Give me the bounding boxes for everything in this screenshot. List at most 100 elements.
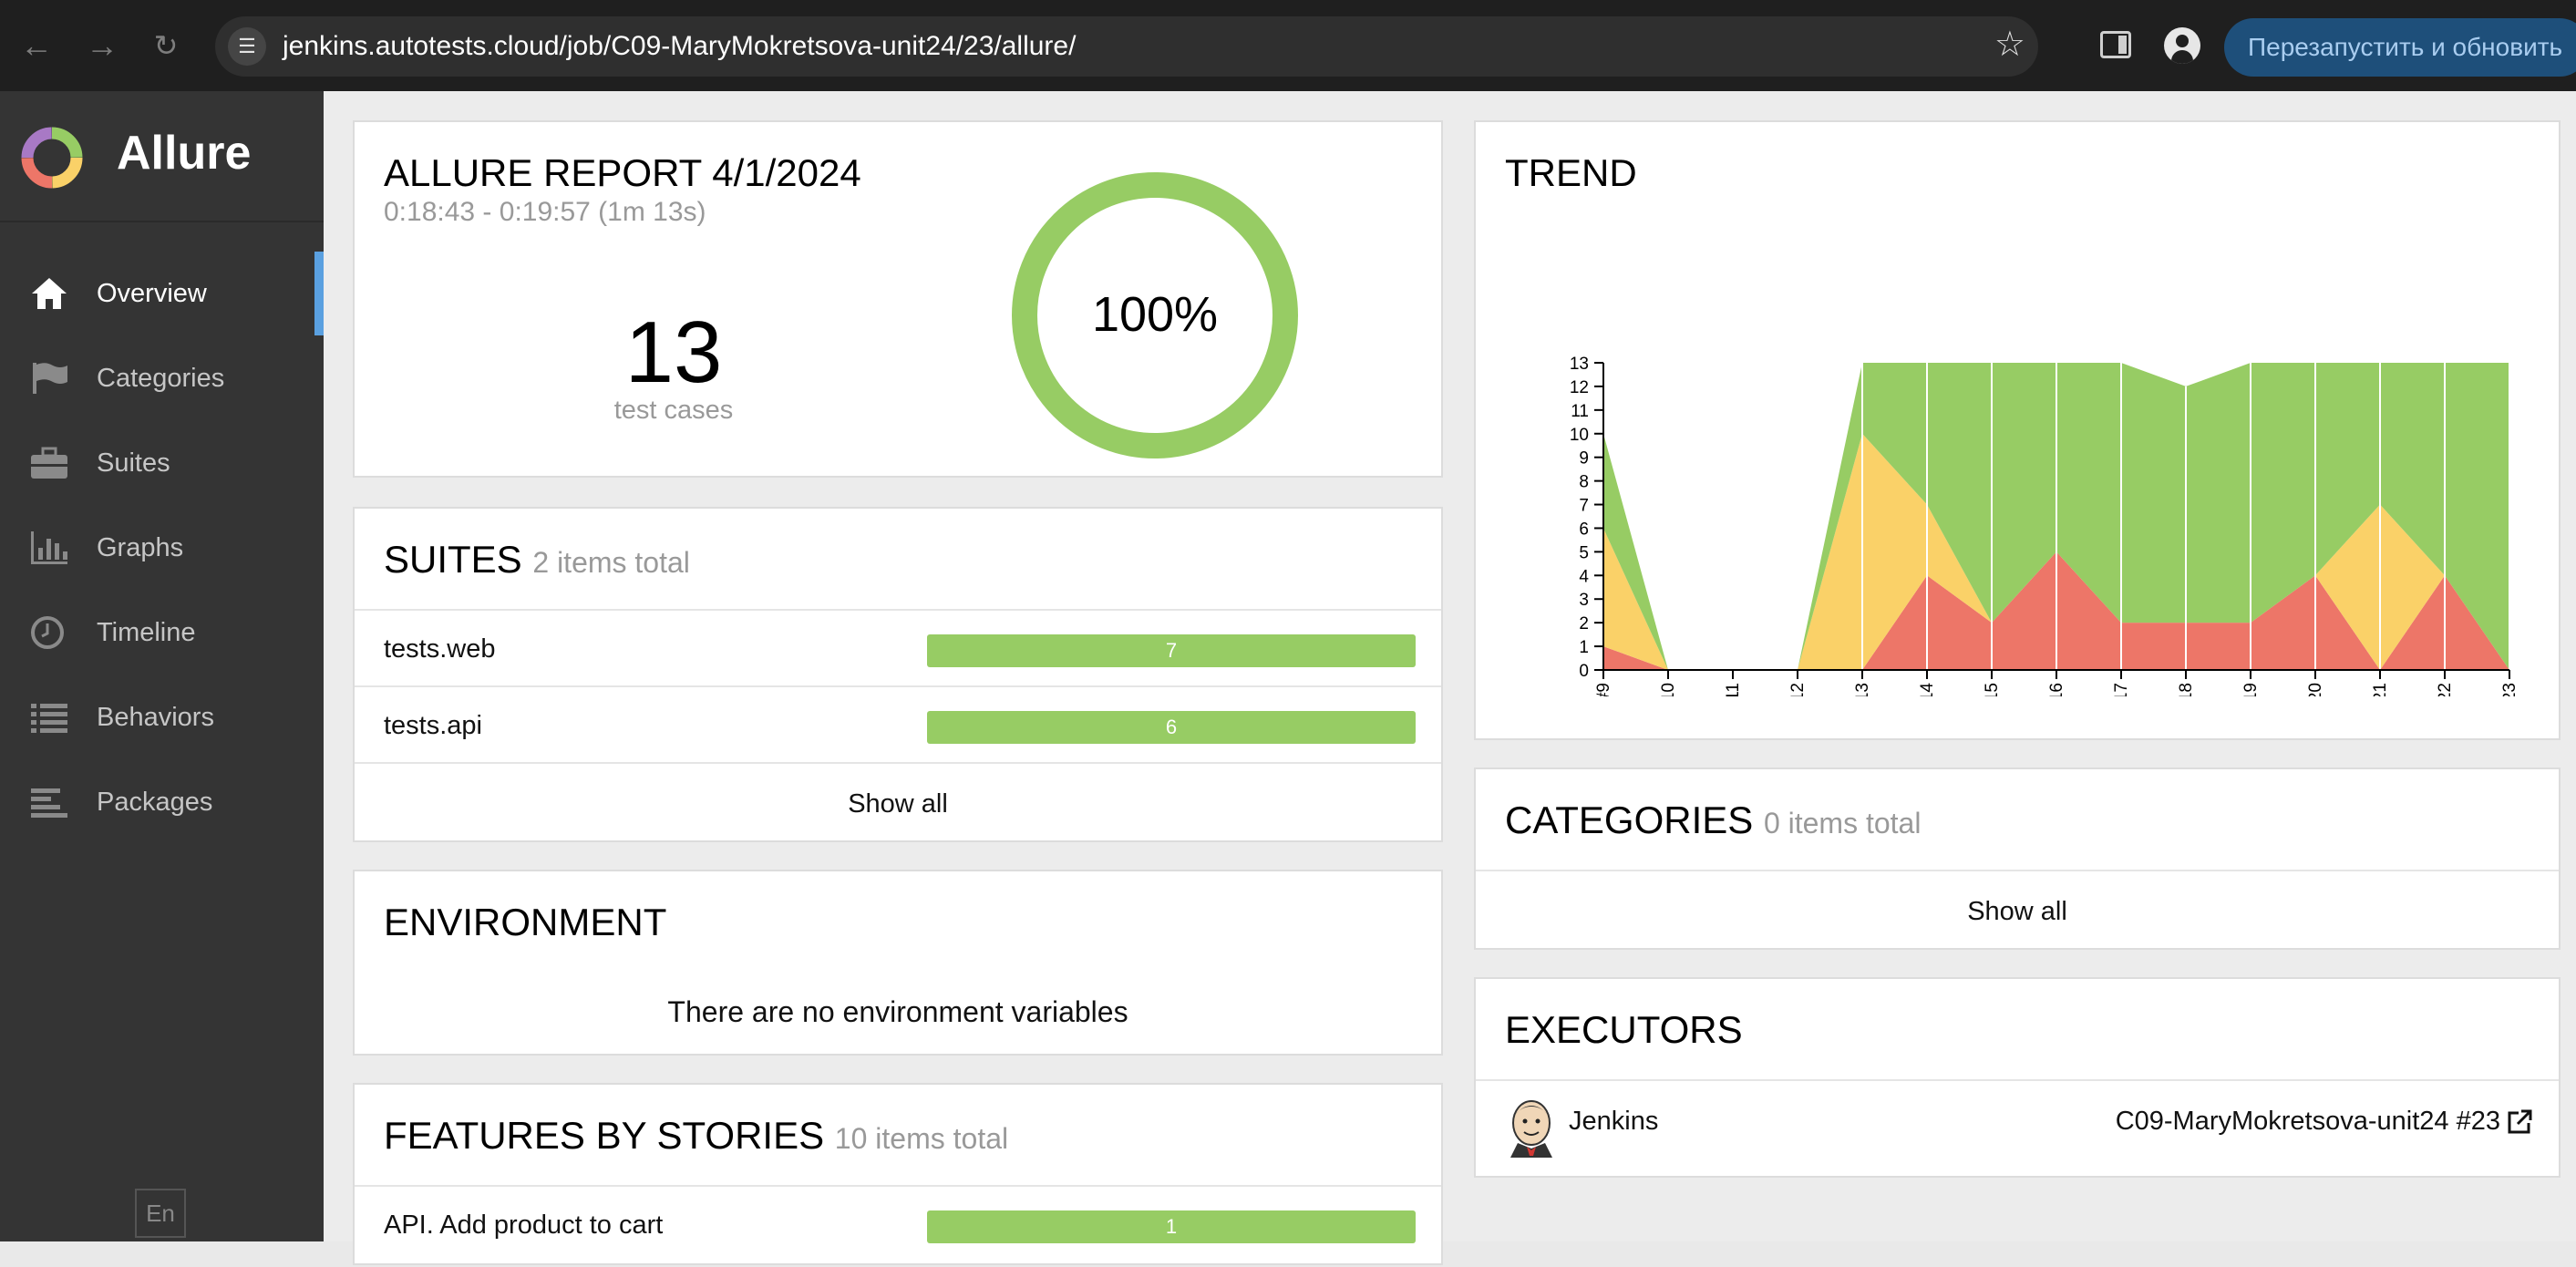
bar-chart-icon [31, 531, 67, 564]
x-tick-label: #16 [2047, 683, 2066, 696]
x-tick-label: #22 [2436, 683, 2455, 696]
sidebar-item-packages[interactable]: Packages [0, 760, 324, 844]
flag-icon [33, 363, 67, 394]
categories-title: CATEGORIES 0 items total [1505, 798, 1922, 841]
y-tick-label: 11 [1571, 402, 1589, 421]
y-tick-label: 4 [1579, 567, 1589, 586]
report-title: ALLURE REPORT 4/1/2024 [384, 151, 861, 194]
jenkins-avatar-icon [1510, 1100, 1552, 1158]
y-tick-label: 6 [1579, 520, 1589, 539]
executor-build-link[interactable]: C09-MaryMokretsova-unit24 #23 [2116, 1107, 2500, 1137]
sidebar-item-label: Graphs [97, 533, 184, 562]
trend-widget: TREND 012345678910111213#9#10#11#12#13#1… [1474, 120, 2561, 740]
x-tick-label: #12 [1788, 683, 1808, 696]
main-content: ALLURE REPORT 4/1/2024 0:18:43 - 0:19:57… [324, 91, 2576, 1265]
sidebar-item-label: Packages [97, 788, 213, 817]
x-tick-label: #17 [2112, 683, 2131, 696]
y-tick-label: 7 [1579, 497, 1589, 516]
sidebar-item-categories[interactable]: Categories [0, 336, 324, 420]
suite-bar: 7 [927, 634, 1416, 667]
relaunch-button[interactable]: Перезапустить и обновить [2224, 18, 2576, 77]
environment-title: ENVIRONMENT [384, 901, 667, 943]
sidebar-item-timeline[interactable]: Timeline [0, 591, 324, 675]
language-button[interactable]: En [135, 1189, 186, 1238]
y-tick-label: 9 [1579, 449, 1589, 469]
list-icon [31, 704, 67, 733]
features-title: FEATURES BY STORIES 10 items total [384, 1114, 1009, 1157]
brand-name: Allure [117, 127, 252, 180]
brand[interactable]: Allure [0, 91, 324, 222]
environment-widget: ENVIRONMENT There are no environment var… [353, 870, 1443, 1056]
briefcase-icon [31, 447, 67, 479]
trend-title: TREND [1505, 151, 1637, 194]
suite-row[interactable]: tests.api 6 [355, 685, 1441, 762]
test-count: 13 [624, 304, 723, 401]
summary-widget: ALLURE REPORT 4/1/2024 0:18:43 - 0:19:57… [353, 120, 1443, 478]
feature-bar: 1 [927, 1210, 1416, 1243]
suites-show-all-link[interactable]: Show all [355, 789, 1441, 819]
address-bar[interactable]: ☰ jenkins.autotests.cloud/job/C09-MaryMo… [215, 16, 2038, 77]
clock-icon [31, 616, 64, 649]
pass-rate-donut: 100% [1012, 172, 1298, 458]
x-tick-label: #23 [2500, 683, 2519, 696]
profile-icon[interactable] [2164, 27, 2200, 64]
categories-footer: Show all [1476, 870, 2559, 950]
bookmark-star-icon[interactable]: ☆ [1994, 24, 2025, 65]
browser-toolbar: ← → ↻ ☰ jenkins.autotests.cloud/job/C09-… [0, 0, 2576, 91]
y-tick-label: 13 [1570, 355, 1589, 374]
suites-widget: SUITES 2 items total tests.web 7 tests.a… [353, 507, 1443, 842]
sidebar-item-label: Suites [97, 448, 170, 478]
categories-show-all-link[interactable]: Show all [1476, 897, 2559, 927]
site-info-icon[interactable]: ☰ [228, 27, 266, 66]
sidebar-item-overview[interactable]: Overview [0, 252, 324, 335]
x-tick-label: #21 [2371, 683, 2390, 696]
feature-name: API. Add product to cart [384, 1210, 664, 1240]
features-total: 10 items total [834, 1122, 1009, 1155]
y-tick-label: 10 [1570, 426, 1589, 445]
suites-footer: Show all [355, 762, 1441, 842]
side-panel-icon[interactable] [2100, 31, 2131, 58]
report-time: 0:18:43 - 0:19:57 (1m 13s) [384, 197, 706, 227]
url-text[interactable]: jenkins.autotests.cloud/job/C09-MaryMokr… [283, 31, 1076, 62]
x-tick-label: #18 [2177, 683, 2196, 696]
back-icon[interactable]: ← [16, 26, 57, 66]
x-tick-label: #20 [2306, 683, 2325, 696]
external-link-icon[interactable] [2506, 1108, 2533, 1136]
allure-logo-icon [21, 127, 83, 189]
sidebar-item-label: Categories [97, 364, 225, 393]
x-tick-label: #13 [1853, 683, 1872, 696]
x-tick-label: #14 [1918, 683, 1937, 696]
y-tick-label: 12 [1570, 378, 1589, 397]
categories-total: 0 items total [1763, 807, 1922, 840]
suite-row[interactable]: tests.web 7 [355, 609, 1441, 685]
y-tick-label: 3 [1579, 591, 1589, 610]
sidebar-item-behaviors[interactable]: Behaviors [0, 675, 324, 759]
x-tick-label: #9 [1594, 683, 1613, 696]
y-tick-label: 1 [1579, 638, 1589, 657]
x-tick-label: #11 [1724, 683, 1743, 696]
align-left-icon [31, 788, 67, 818]
environment-empty-text: There are no environment variables [667, 995, 1128, 1028]
forward-icon[interactable]: → [82, 26, 122, 66]
executor-name: Jenkins [1569, 1107, 1659, 1136]
executors-title: EXECUTORS [1505, 1008, 1743, 1051]
suites-total: 2 items total [532, 546, 690, 579]
sidebar-item-label: Timeline [97, 618, 196, 647]
y-tick-label: 8 [1579, 473, 1589, 492]
x-tick-label: #19 [2241, 683, 2261, 696]
executors-widget: EXECUTORS Jenkins C09-MaryMokretsova-uni… [1474, 977, 2561, 1178]
sidebar-item-label: Overview [97, 279, 207, 308]
sidebar: Allure Overview Categories Suites Graphs… [0, 91, 324, 1241]
feature-row[interactable]: API. Add product to cart 1 [355, 1185, 1441, 1267]
executor-row[interactable]: Jenkins C09-MaryMokretsova-unit24 #23 [1476, 1079, 2559, 1178]
sidebar-item-suites[interactable]: Suites [0, 421, 324, 505]
test-count-label: test cases [613, 396, 734, 425]
x-tick-label: #10 [1659, 683, 1678, 696]
y-tick-label: 0 [1579, 662, 1589, 681]
reload-icon[interactable]: ↻ [146, 26, 186, 66]
trend-chart[interactable]: 012345678910111213#9#10#11#12#13#14#15#1… [1476, 222, 2559, 696]
sidebar-item-graphs[interactable]: Graphs [0, 506, 324, 590]
y-tick-label: 5 [1579, 543, 1589, 562]
y-tick-label: 2 [1579, 614, 1589, 634]
suites-title: SUITES 2 items total [384, 538, 690, 581]
